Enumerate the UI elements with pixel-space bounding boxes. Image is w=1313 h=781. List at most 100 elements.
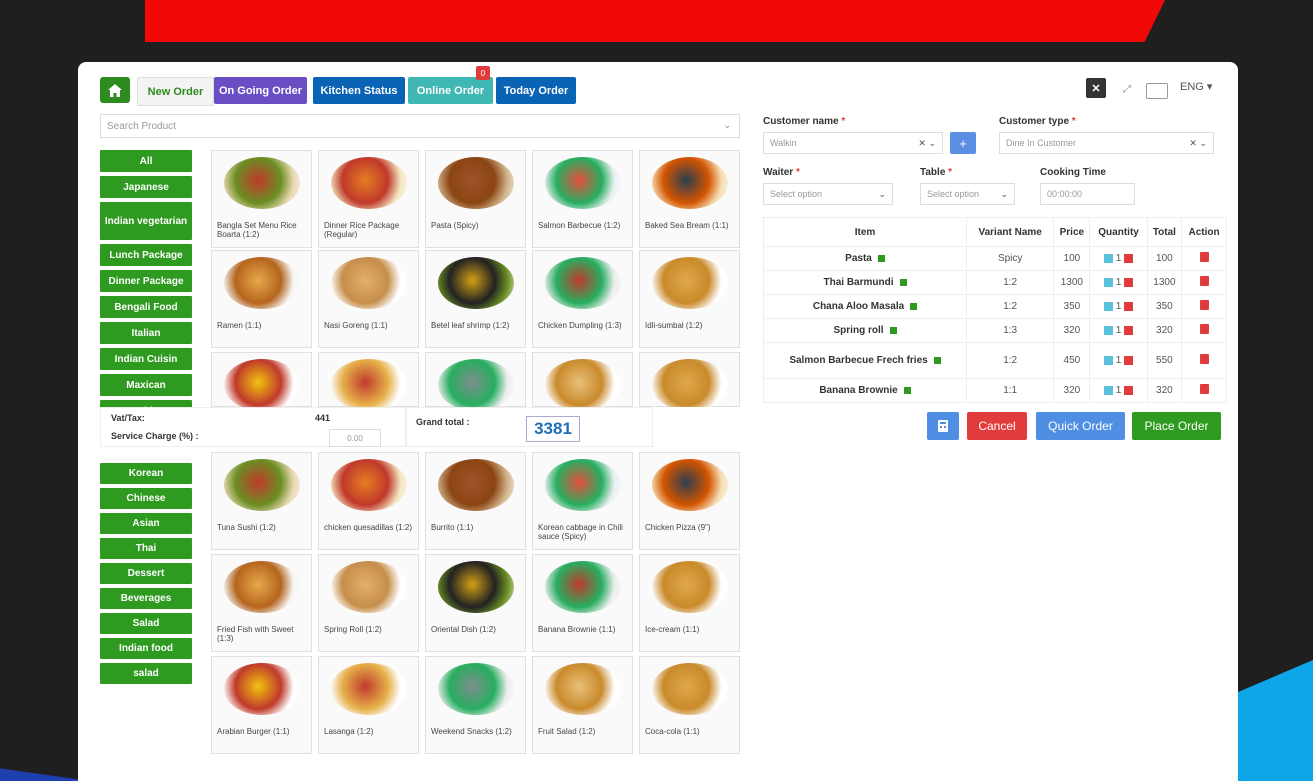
product-card[interactable]: Banana Brownie (1:1) [532, 554, 633, 652]
category-indian-food[interactable]: Indian food [100, 638, 192, 659]
product-card[interactable]: Baked Sea Bream (1:1) [639, 150, 740, 248]
place-order-button[interactable]: Place Order [1132, 412, 1221, 440]
category-all[interactable]: All [100, 150, 192, 172]
note-icon[interactable] [877, 254, 885, 262]
product-card[interactable]: Korean cabbage in Chili sauce (Spicy) [532, 452, 633, 550]
product-card[interactable]: Coca-cola (1:1) [639, 656, 740, 754]
product-card[interactable]: Fruit Salad (1:2) [532, 656, 633, 754]
minus-icon[interactable] [1124, 253, 1134, 263]
product-card[interactable]: Bangla Set Menu Rice Boarta (1:2) [211, 150, 312, 248]
close-icon[interactable]: ✕ [1086, 78, 1106, 98]
note-icon[interactable] [910, 302, 918, 310]
tab-today-order[interactable]: Today Order [496, 77, 576, 104]
plus-icon[interactable] [1104, 325, 1113, 335]
category-japanese[interactable]: Japanese [100, 176, 192, 198]
table-select[interactable]: Select option ⌄ [920, 183, 1015, 205]
product-card[interactable]: Idli-sumbal (1:2) [639, 250, 740, 348]
plus-icon[interactable] [1104, 277, 1113, 287]
product-card[interactable]: Chicken Pizza (9") [639, 452, 740, 550]
quick-order-button[interactable]: Quick Order [1036, 412, 1125, 440]
fullscreen-icon[interactable]: ⤢ [1118, 80, 1136, 98]
delete-icon[interactable] [1199, 384, 1209, 394]
delete-icon[interactable] [1199, 324, 1209, 334]
category-thai[interactable]: Thai [100, 538, 192, 559]
product-card[interactable]: Chicken Dumpling (1:3) [532, 250, 633, 348]
category-salad[interactable]: salad [100, 663, 192, 684]
product-card[interactable] [318, 352, 419, 411]
product-card[interactable]: Burrito (1:1) [425, 452, 526, 550]
plus-icon[interactable] [1104, 385, 1113, 395]
cooking-time-input[interactable]: 00:00:00 [1040, 183, 1135, 205]
category-maxican[interactable]: Maxican [100, 374, 192, 396]
category-italian[interactable]: Italian [100, 322, 192, 344]
product-name: Oriental Dish (1:2) [431, 625, 496, 634]
product-card[interactable]: Betel leaf shrimp (1:2) [425, 250, 526, 348]
delete-icon[interactable] [1199, 276, 1209, 286]
plus-icon[interactable] [1104, 355, 1113, 365]
minus-icon[interactable] [1124, 277, 1134, 287]
tab-kitchen-status[interactable]: Kitchen Status [313, 77, 405, 104]
product-card[interactable]: Lasanga (1:2) [318, 656, 419, 754]
product-name: Fried Fish with Sweet (1:3) [217, 625, 294, 643]
home-button[interactable] [100, 77, 130, 103]
minus-icon[interactable] [1124, 301, 1134, 311]
language-selector[interactable]: ENG ▾ [1180, 80, 1212, 93]
category-korean[interactable]: Korean [100, 463, 192, 484]
plus-icon[interactable] [1104, 253, 1113, 263]
product-card[interactable]: Arabian Burger (1:1) [211, 656, 312, 754]
product-card[interactable] [211, 352, 312, 411]
product-card[interactable]: Weekend Snacks (1:2) [425, 656, 526, 754]
product-card[interactable]: Fried Fish with Sweet (1:3) [211, 554, 312, 652]
cancel-button[interactable]: Cancel [967, 412, 1027, 440]
minus-icon[interactable] [1124, 385, 1134, 395]
category-chinese[interactable]: Chinese [100, 488, 192, 509]
note-icon[interactable] [903, 386, 911, 394]
add-customer-button[interactable]: + [950, 132, 976, 154]
product-card[interactable] [639, 352, 740, 411]
category-indian-cuisin[interactable]: Indian Cuisin [100, 348, 192, 370]
note-icon[interactable] [899, 278, 907, 286]
calculator-button[interactable] [927, 412, 959, 440]
category-salad[interactable]: Salad [100, 613, 192, 634]
cart-row: Spring roll 1:3 320 1 320 [762, 318, 1227, 343]
product-card[interactable] [532, 352, 633, 411]
tab-online-order[interactable]: Online Order [408, 77, 493, 104]
product-card[interactable]: Ramen (1:1) [211, 250, 312, 348]
category-dessert[interactable]: Dessert [100, 563, 192, 584]
product-card[interactable]: Nasi Goreng (1:1) [318, 250, 419, 348]
customer-name-field[interactable]: Walkin ✕ ⌄ [763, 132, 943, 154]
category-dinner-package[interactable]: Dinner Package [100, 270, 192, 292]
product-card[interactable]: Pasta (Spicy) [425, 150, 526, 248]
search-product-input[interactable]: Search Product ⌄ [100, 114, 740, 138]
note-icon[interactable] [933, 356, 941, 364]
tab-ongoing-order[interactable]: On Going Order [214, 77, 307, 104]
product-card[interactable]: Ice-cream (1:1) [639, 554, 740, 652]
product-card[interactable]: chicken quesadillas (1:2) [318, 452, 419, 550]
keyboard-icon[interactable] [1146, 83, 1168, 99]
product-card[interactable]: Salmon Barbecue (1:2) [532, 150, 633, 248]
delete-icon[interactable] [1199, 252, 1209, 262]
category-lunch-package[interactable]: Lunch Package [100, 244, 192, 266]
product-card[interactable]: Tuna Sushi (1:2) [211, 452, 312, 550]
category-indian-vegetarian[interactable]: Indian vegetarian [100, 202, 192, 240]
plus-icon[interactable] [1104, 301, 1113, 311]
minus-icon[interactable] [1124, 325, 1134, 335]
note-icon[interactable] [889, 326, 897, 334]
product-card[interactable] [425, 352, 526, 411]
service-charge-input[interactable]: 0.00 [329, 429, 381, 447]
product-card[interactable]: Spring Roll (1:2) [318, 554, 419, 652]
customer-type-field[interactable]: Dine In Customer ✕ ⌄ [999, 132, 1214, 154]
product-card[interactable]: Dinner Rice Package (Regular) [318, 150, 419, 248]
tab-new-order[interactable]: New Order [137, 77, 214, 106]
delete-icon[interactable] [1199, 354, 1209, 364]
clear-chevron-icon[interactable]: ✕ ⌄ [1189, 138, 1207, 149]
category-beverages[interactable]: Beverages [100, 588, 192, 609]
clear-chevron-icon[interactable]: ✕ ⌄ [918, 138, 936, 149]
category-asian[interactable]: Asian [100, 513, 192, 534]
delete-icon[interactable] [1199, 300, 1209, 310]
waiter-select[interactable]: Select option ⌄ [763, 183, 893, 205]
minus-icon[interactable] [1124, 355, 1134, 365]
category-bengali-food[interactable]: Bengali Food [100, 296, 192, 318]
product-card[interactable]: Oriental Dish (1:2) [425, 554, 526, 652]
cart-row: Salmon Barbecue Frech fries 1:2 450 1 550 [762, 342, 1227, 379]
